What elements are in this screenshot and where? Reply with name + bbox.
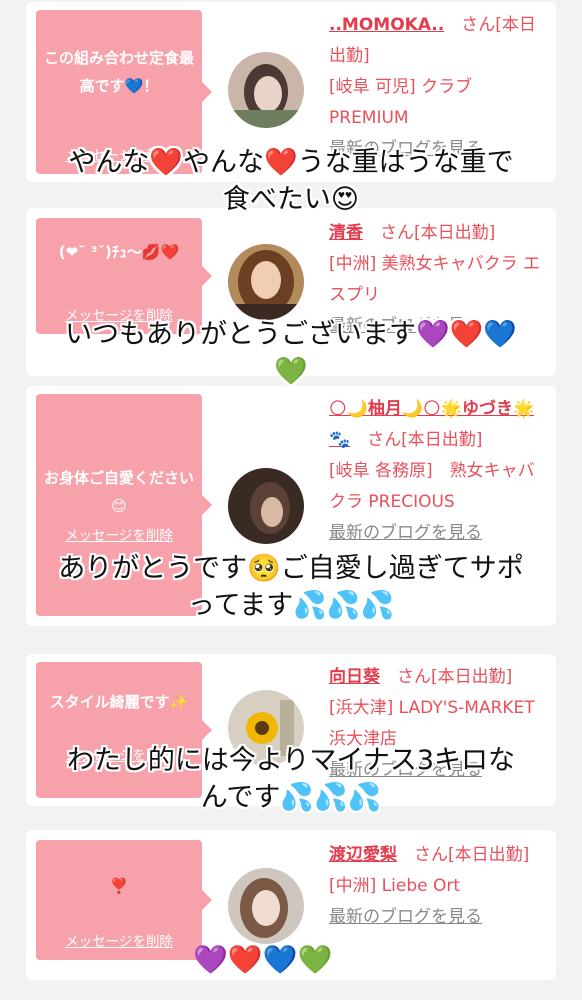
message-text: ❣️ (109, 877, 129, 895)
cast-area: [中洲] Liebe Ort (329, 876, 461, 896)
caption-overlay: いつもありがとうございます💜❤️💙 💚 (0, 316, 582, 390)
cast-status: さん[本日出勤] (350, 430, 483, 450)
cast-area: [岐阜 可児] クラブPREMIUM (329, 77, 473, 128)
message-bubble: ❣️ メッセージを削除 (36, 840, 212, 960)
cast-name-link[interactable]: 渡辺愛梨 (329, 845, 397, 865)
delete-message-link[interactable]: メッセージを削除 (36, 930, 202, 950)
caption-line: ありがとうです🥺ご自愛し過ぎてサポ (58, 553, 524, 584)
caption-line: 💚 (274, 356, 308, 387)
caption-line: わたし的には今よりマイナス3キロな (66, 745, 516, 776)
cast-status: さん[本日出勤] (397, 845, 530, 865)
caption-overlay: わたし的には今よりマイナス3キロな んです💦💦💦 (0, 742, 582, 816)
avatar[interactable] (228, 244, 304, 320)
cast-status: さん[本日出勤] (363, 223, 496, 243)
cast-area: [岐阜 各務原] 熟女キャバクラ PRECIOUS (329, 461, 535, 512)
latest-blog-link[interactable]: 最新のブログを見る (329, 523, 482, 543)
cast-status: さん[本日出勤] (380, 667, 513, 687)
cast-name-link[interactable]: 清香 (329, 223, 363, 243)
caption-overlay: ありがとうです🥺ご自愛し過ぎてサポ ってます💦💦💦 (0, 550, 582, 624)
avatar[interactable] (228, 52, 304, 128)
caption-overlay: やんな❤️やんな❤️うな重はうな重で 食べたい😍 (0, 144, 582, 218)
caption-line: 食べたい😍 (222, 184, 360, 215)
message-text: スタイル綺麗です✨ (49, 693, 189, 711)
caption-line: んです💦💦💦 (200, 782, 382, 813)
caption-line: ってます💦💦💦 (187, 590, 395, 621)
delete-message-link[interactable]: メッセージを削除 (36, 524, 202, 544)
caption-line: いつもありがとうございます💜❤️💙 (65, 319, 517, 350)
cast-name-link[interactable]: 向日葵 (329, 667, 380, 687)
message-text: この組み合わせ定食最高です💙！ (44, 49, 195, 95)
message-text: (❤︎˘ ³˘)ﾁｭ〜💋❤️ (58, 243, 180, 261)
avatar[interactable] (228, 868, 304, 944)
caption-line: やんな❤️やんな❤️うな重はうな重で (68, 147, 514, 178)
avatar[interactable] (228, 468, 304, 544)
latest-blog-link[interactable]: 最新のブログを見る (329, 907, 482, 927)
cast-info: 🌕🌙柚月🌙🌕🌟ゆづき🌟🐾 さん[本日出勤] [岐阜 各務原] 熟女キャバクラ P… (329, 394, 547, 549)
cast-info: ..MOMOKA.. さん[本日出勤] [岐阜 可児] クラブPREMIUM 最… (329, 10, 547, 165)
cast-info: 渡辺愛梨 さん[本日出勤] [中洲] Liebe Ort 最新のブログを見る (329, 840, 547, 933)
heart-emoji-row: 💜❤️💙💚 (193, 943, 333, 976)
cast-area: [中洲] 美熟女キャバクラ エスプリ (329, 254, 541, 305)
message-text: お身体ご自愛ください😊 (44, 469, 195, 515)
cast-name-link[interactable]: ..MOMOKA.. (329, 15, 444, 35)
